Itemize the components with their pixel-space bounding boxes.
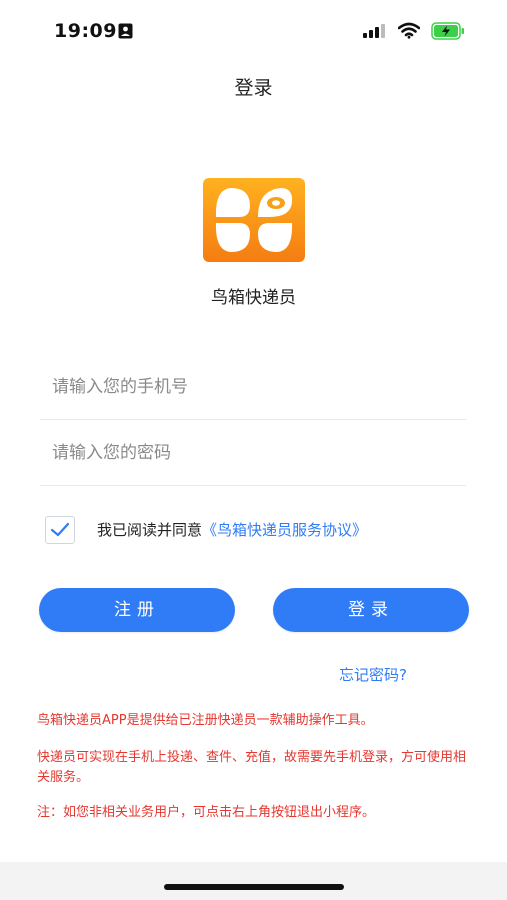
agreement-text: 我已阅读并同意《鸟箱快递员服务协议》: [97, 519, 367, 540]
app-name: 鸟箱快递员: [211, 288, 296, 308]
service-agreement-link[interactable]: 《鸟箱快递员服务协议》: [202, 521, 367, 539]
status-time: 19:09: [54, 20, 117, 42]
page-title: 登录: [234, 77, 273, 99]
notice-text: 鸟箱快递员APP是提供给已注册快递员一款辅助操作工具。: [37, 713, 374, 728]
notice-text: 快递员可实现在手机上投递、查件、充值，故需要先手机登录，方可使用相关服务。: [37, 750, 467, 785]
app-logo-icon: [203, 178, 305, 262]
status-bar: 19:09: [0, 0, 507, 62]
agreement-label: 我已阅读并同意: [97, 521, 203, 539]
phone-input-row: [40, 355, 466, 420]
register-button[interactable]: 注册: [39, 588, 235, 632]
password-input-row: [40, 421, 466, 486]
notice-text: 注：如您非相关业务用户，可点击右上角按钮退出小程序。: [37, 805, 376, 820]
forgot-password-link[interactable]: 忘记密码?: [339, 664, 407, 685]
home-indicator-area: [0, 862, 507, 900]
wifi-icon: [398, 22, 420, 39]
signal-icon: [363, 24, 385, 38]
home-indicator[interactable]: [164, 884, 344, 890]
agreement-checkbox[interactable]: [45, 516, 75, 544]
login-button[interactable]: 登录: [273, 588, 469, 632]
phone-input[interactable]: [50, 355, 454, 419]
id-card-icon: [118, 23, 133, 39]
checkmark-icon: [50, 522, 70, 537]
battery-charging-icon: [431, 22, 464, 40]
password-input[interactable]: [50, 421, 454, 485]
